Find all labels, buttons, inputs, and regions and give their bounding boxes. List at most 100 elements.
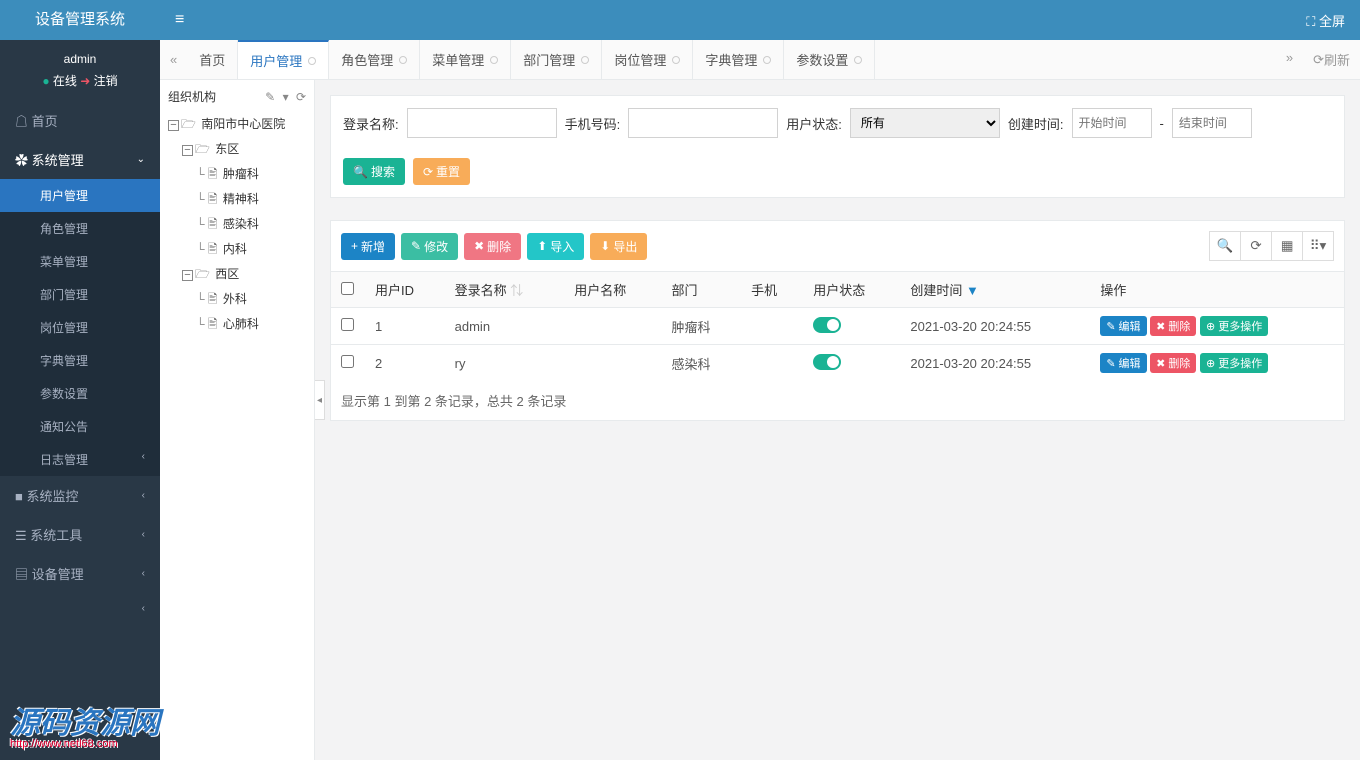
col-phone[interactable]: 手机 <box>741 272 803 308</box>
nav-sub-menu[interactable]: 菜单管理 <box>0 245 160 278</box>
hamburger-icon[interactable]: ≡ <box>160 11 199 29</box>
tree-node-internal[interactable]: └ 🖹 内科 <box>168 238 306 263</box>
col-ops[interactable]: 操作 <box>1090 272 1344 308</box>
file-icon: 🖹 <box>208 167 218 181</box>
ctime-label: 创建时间: <box>1008 114 1064 133</box>
tab-role[interactable]: 角色管理 <box>329 40 420 79</box>
close-icon[interactable] <box>672 56 680 64</box>
select-all-checkbox[interactable] <box>341 282 354 295</box>
tabs-refresh-button[interactable]: ⟳ 刷新 <box>1303 50 1360 69</box>
login-name-input[interactable] <box>407 108 557 138</box>
row-more-button[interactable]: ⊕更多操作 <box>1200 316 1268 336</box>
col-login[interactable]: 登录名称 ⇅ <box>445 272 565 308</box>
nav-home[interactable]: ☖ 首页 <box>0 101 160 140</box>
col-uname[interactable]: 用户名称 <box>564 272 661 308</box>
tab-param[interactable]: 参数设置 <box>784 40 875 79</box>
add-button[interactable]: +新增 <box>341 233 395 260</box>
table-columns-button[interactable]: ⠿▾ <box>1302 231 1334 261</box>
status-select[interactable]: 所有 <box>850 108 1000 138</box>
table-search-button[interactable]: 🔍 <box>1209 231 1241 261</box>
row-checkbox[interactable] <box>341 355 354 368</box>
col-dept[interactable]: 部门 <box>661 272 741 308</box>
cell-status <box>803 345 900 382</box>
close-icon[interactable] <box>581 56 589 64</box>
tab-dept[interactable]: 部门管理 <box>511 40 602 79</box>
nav-tool[interactable]: ☰ 系统工具 ‹ <box>0 515 160 554</box>
row-more-button[interactable]: ⊕更多操作 <box>1200 353 1268 373</box>
tree-east[interactable]: −🗁 东区 <box>168 138 306 163</box>
nav-sub-log[interactable]: 日志管理‹ <box>0 443 160 476</box>
nav-sub-role[interactable]: 角色管理 <box>0 212 160 245</box>
tree-edit-icon[interactable]: ✎ <box>265 90 275 104</box>
nav-sub-user[interactable]: 用户管理 <box>0 179 160 212</box>
status-switch[interactable] <box>813 354 841 370</box>
tree-dropdown-icon[interactable]: ▾ <box>283 90 289 104</box>
tabs-prev-button[interactable]: « <box>160 40 187 79</box>
nav-sub-dept[interactable]: 部门管理 <box>0 278 160 311</box>
nav-sub-dict[interactable]: 字典管理 <box>0 344 160 377</box>
close-icon[interactable] <box>399 56 407 64</box>
row-delete-button[interactable]: ✖删除 <box>1150 316 1196 336</box>
nav-sub-param[interactable]: 参数设置 <box>0 377 160 410</box>
chevron-down-icon: ⌄ <box>137 154 145 165</box>
row-edit-button[interactable]: ✎编辑 <box>1100 316 1146 336</box>
row-delete-button[interactable]: ✖删除 <box>1150 353 1196 373</box>
login-name-label: 登录名称: <box>343 114 399 133</box>
upload-icon: ⬆ <box>537 239 547 253</box>
row-edit-button[interactable]: ✎编辑 <box>1100 353 1146 373</box>
fullscreen-button[interactable]: ⛶ 全屏 <box>1291 11 1360 30</box>
tree-node-cardio[interactable]: └ 🖹 心肺科 <box>168 313 306 338</box>
nav-sub-post[interactable]: 岗位管理 <box>0 311 160 344</box>
chevron-left-icon: ‹ <box>142 490 145 501</box>
panel-collapse-handle[interactable]: ◂ <box>315 380 325 420</box>
file-icon: 🖹 <box>208 192 218 206</box>
tree-node-psych[interactable]: └ 🖹 精神科 <box>168 188 306 213</box>
tab-user[interactable]: 用户管理 <box>238 40 329 79</box>
table-refresh-button[interactable]: ⟳ <box>1240 231 1272 261</box>
nav-system[interactable]: ✿ 系统管理 ⌄ <box>0 140 160 179</box>
tree-root[interactable]: −🗁 南阳市中心医院 <box>168 113 306 138</box>
delete-button[interactable]: ✖删除 <box>464 233 521 260</box>
search-button[interactable]: 🔍搜索 <box>343 158 405 185</box>
tree-node-surgery[interactable]: └ 🖹 外科 <box>168 288 306 313</box>
tab-dict[interactable]: 字典管理 <box>693 40 784 79</box>
close-icon[interactable] <box>763 56 771 64</box>
nav-device[interactable]: ▤ 设备管理 ‹ <box>0 554 160 593</box>
tree-refresh-icon[interactable]: ⟳ <box>296 90 306 104</box>
tab-home[interactable]: 首页 <box>187 40 238 79</box>
col-status[interactable]: 用户状态 <box>803 272 900 308</box>
close-icon[interactable] <box>854 56 862 64</box>
home-icon: ☖ <box>15 114 28 129</box>
tabs-next-button[interactable]: » <box>1276 50 1303 65</box>
close-icon[interactable] <box>490 56 498 64</box>
nav-sub-notice[interactable]: 通知公告 <box>0 410 160 443</box>
col-uid[interactable]: 用户ID <box>365 272 445 308</box>
table-toggle-button[interactable]: ▦ <box>1271 231 1303 261</box>
tree-node-oncology[interactable]: └ 🖹 肿瘤科 <box>168 163 306 188</box>
main-area: « 首页 用户管理 角色管理 菜单管理 部门管理 岗位管理 字典管理 参数设置 … <box>160 40 1360 760</box>
table-row: 1 admin 肿瘤科 2021-03-20 20:24:55 ✎编辑 ✖删除 … <box>331 308 1344 345</box>
row-checkbox[interactable] <box>341 318 354 331</box>
tree-node-infect[interactable]: └ 🖹 感染科 <box>168 213 306 238</box>
tab-menu[interactable]: 菜单管理 <box>420 40 511 79</box>
col-ctime[interactable]: 创建时间 ▼ <box>900 272 1090 308</box>
logout-link[interactable]: 注销 <box>94 74 118 88</box>
close-icon[interactable] <box>308 57 316 65</box>
cell-ops: ✎编辑 ✖删除 ⊕更多操作 <box>1090 345 1344 382</box>
status-switch[interactable] <box>813 317 841 333</box>
phone-input[interactable] <box>628 108 778 138</box>
tree-west[interactable]: −🗁 西区 <box>168 263 306 288</box>
nav-monitor[interactable]: ■ 系统监控 ‹ <box>0 476 160 515</box>
nav-empty[interactable]: ‹ <box>0 593 160 624</box>
end-date-input[interactable] <box>1172 108 1252 138</box>
user-name: admin <box>0 52 160 66</box>
tab-post[interactable]: 岗位管理 <box>602 40 693 79</box>
export-button[interactable]: ⬇导出 <box>590 233 647 260</box>
import-button[interactable]: ⬆导入 <box>527 233 584 260</box>
reset-button[interactable]: ⟳重置 <box>413 158 470 185</box>
more-icon: ⊕ <box>1206 320 1215 333</box>
delete-icon: ✖ <box>1156 357 1165 370</box>
edit-button[interactable]: ✎修改 <box>401 233 458 260</box>
user-panel: admin ● 在线 ➜ 注销 <box>0 40 160 101</box>
start-date-input[interactable] <box>1072 108 1152 138</box>
